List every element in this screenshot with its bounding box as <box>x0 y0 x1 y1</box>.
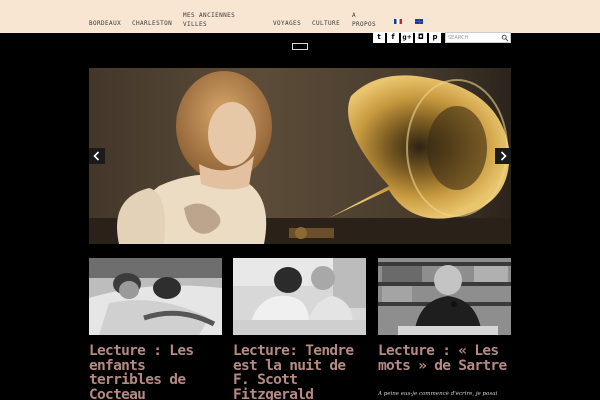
google-plus-icon[interactable]: g+ <box>401 32 413 43</box>
nav-item-label: A <box>352 12 357 19</box>
english-flag-icon[interactable] <box>415 19 423 24</box>
search-box <box>445 32 511 43</box>
post-excerpt-sartre: A peine eus-je commencé d'écrire, je pos… <box>378 391 498 397</box>
hero-slider[interactable] <box>89 68 511 244</box>
twitter-icon[interactable]: t <box>373 32 385 43</box>
post-title-sartre[interactable]: Lecture : « Les mots » de Sartre <box>378 344 513 373</box>
post-thumbnail-cocteau[interactable] <box>89 258 222 335</box>
nav-item-label: CHARLESTON <box>132 20 173 27</box>
nav-item-label: CULTURE <box>312 20 341 27</box>
hero-slide-image <box>89 68 511 244</box>
post-title-cocteau[interactable]: Lecture : Les enfants terribles de Cocte… <box>89 344 224 400</box>
post-thumbnail-sartre[interactable] <box>378 258 511 335</box>
nav-item-label-line2: VILLES <box>183 21 208 28</box>
nav-item-bordeaux[interactable]: BORDEAUX <box>89 19 121 28</box>
post-image <box>233 258 366 335</box>
nav-item-label: VOYAGES <box>273 20 302 27</box>
pinterest-icon[interactable]: p <box>429 32 441 43</box>
nav-item-mes-anciennes-villes[interactable]: MES ANCIENNES VILLES <box>183 11 235 29</box>
chevron-left-icon <box>93 151 100 161</box>
slider-prev-button[interactable] <box>89 148 105 164</box>
chevron-right-icon <box>500 151 507 161</box>
menu-toggle-button[interactable] <box>292 43 308 50</box>
post-image <box>378 258 511 335</box>
nav-item-label: BORDEAUX <box>89 20 122 27</box>
nav-item-a-propos[interactable]: A PROPOS <box>352 11 376 29</box>
french-flag-icon[interactable] <box>394 19 402 24</box>
top-navigation: BORDEAUX CHARLESTON MES ANCIENNES VILLES… <box>0 0 600 33</box>
slider-next-button[interactable] <box>495 148 511 164</box>
post-thumbnail-fitzgerald[interactable] <box>233 258 366 335</box>
search-icon[interactable] <box>501 34 509 42</box>
post-title-fitzgerald[interactable]: Lecture: Tendre est la nuit de F. Scott … <box>233 344 368 400</box>
nav-item-label: MES ANCIENNES <box>183 12 236 19</box>
post-image <box>89 258 222 335</box>
nav-item-charleston[interactable]: CHARLESTON <box>132 19 172 28</box>
search-input[interactable] <box>446 33 502 42</box>
nav-item-label-line2: PROPOS <box>352 21 377 28</box>
facebook-icon[interactable]: f <box>387 32 399 43</box>
instagram-icon[interactable]: ◘ <box>415 32 427 43</box>
nav-item-culture[interactable]: CULTURE <box>312 19 340 28</box>
nav-item-voyages[interactable]: VOYAGES <box>273 19 301 28</box>
